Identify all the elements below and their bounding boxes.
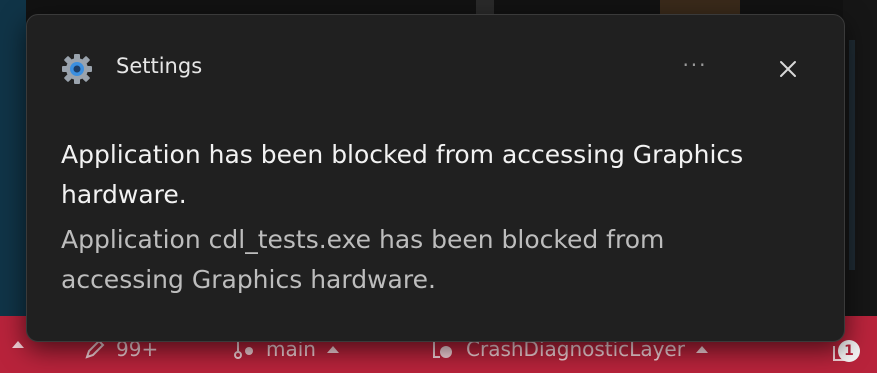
status-arrow[interactable] xyxy=(10,337,26,351)
chevron-up-icon xyxy=(326,346,339,353)
background-window-left xyxy=(0,0,26,320)
close-button[interactable] xyxy=(771,53,805,85)
notification-body: Application cdl_tests.exe has been block… xyxy=(61,225,665,294)
close-icon xyxy=(780,61,796,77)
background-window-right xyxy=(843,0,877,318)
background-scrollbar xyxy=(849,40,855,270)
notification-toast[interactable]: Settings ··· Application has been blocke… xyxy=(26,14,845,342)
notification-title: Application has been blocked from access… xyxy=(61,140,744,209)
app-name: Settings xyxy=(116,54,203,78)
gear-icon xyxy=(62,54,92,84)
chevron-up-icon xyxy=(12,341,24,348)
more-options-button[interactable]: ··· xyxy=(677,53,713,85)
chevron-up-icon xyxy=(695,346,708,353)
notification-count-badge: 1 xyxy=(838,340,860,362)
